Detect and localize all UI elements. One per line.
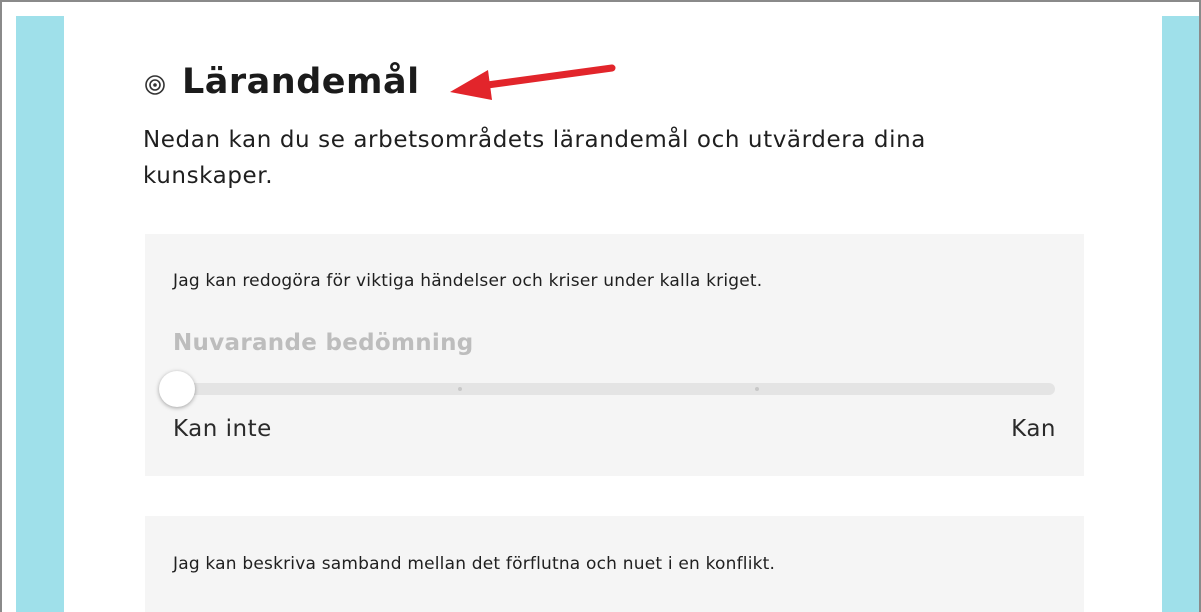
learning-goal-text: Jag kan beskriva samband mellan det förf…: [173, 554, 776, 574]
slider-max-label: Kan: [1011, 416, 1056, 442]
slider-tick: [458, 387, 462, 391]
learning-goal-text: Jag kan redogöra för viktiga händelser o…: [173, 271, 763, 291]
right-side-panel: [1162, 16, 1199, 612]
section-intro: Nedan kan du se arbetsområdets lärandemå…: [143, 127, 926, 189]
section-header: Lärandemål: [144, 60, 420, 104]
current-rating-label: Nuvarande bedömning: [173, 330, 474, 356]
target-icon: [145, 75, 165, 95]
red-arrow-annotation: [450, 64, 616, 100]
self-assessment-slider[interactable]: [159, 371, 1055, 407]
screenshot-frame: Lärandemål Nedan kan du se arbetsområdet…: [0, 0, 1201, 612]
slider-thumb[interactable]: [159, 371, 195, 407]
section-title: Lärandemål: [182, 62, 420, 102]
left-side-panel: [16, 16, 64, 612]
slider-track[interactable]: [163, 383, 1055, 395]
slider-min-label: Kan inte: [173, 416, 272, 442]
learning-goal-card: Jag kan redogöra för viktiga händelser o…: [145, 234, 1084, 476]
slider-tick: [755, 387, 759, 391]
learning-goal-card: Jag kan beskriva samband mellan det förf…: [145, 516, 1084, 612]
